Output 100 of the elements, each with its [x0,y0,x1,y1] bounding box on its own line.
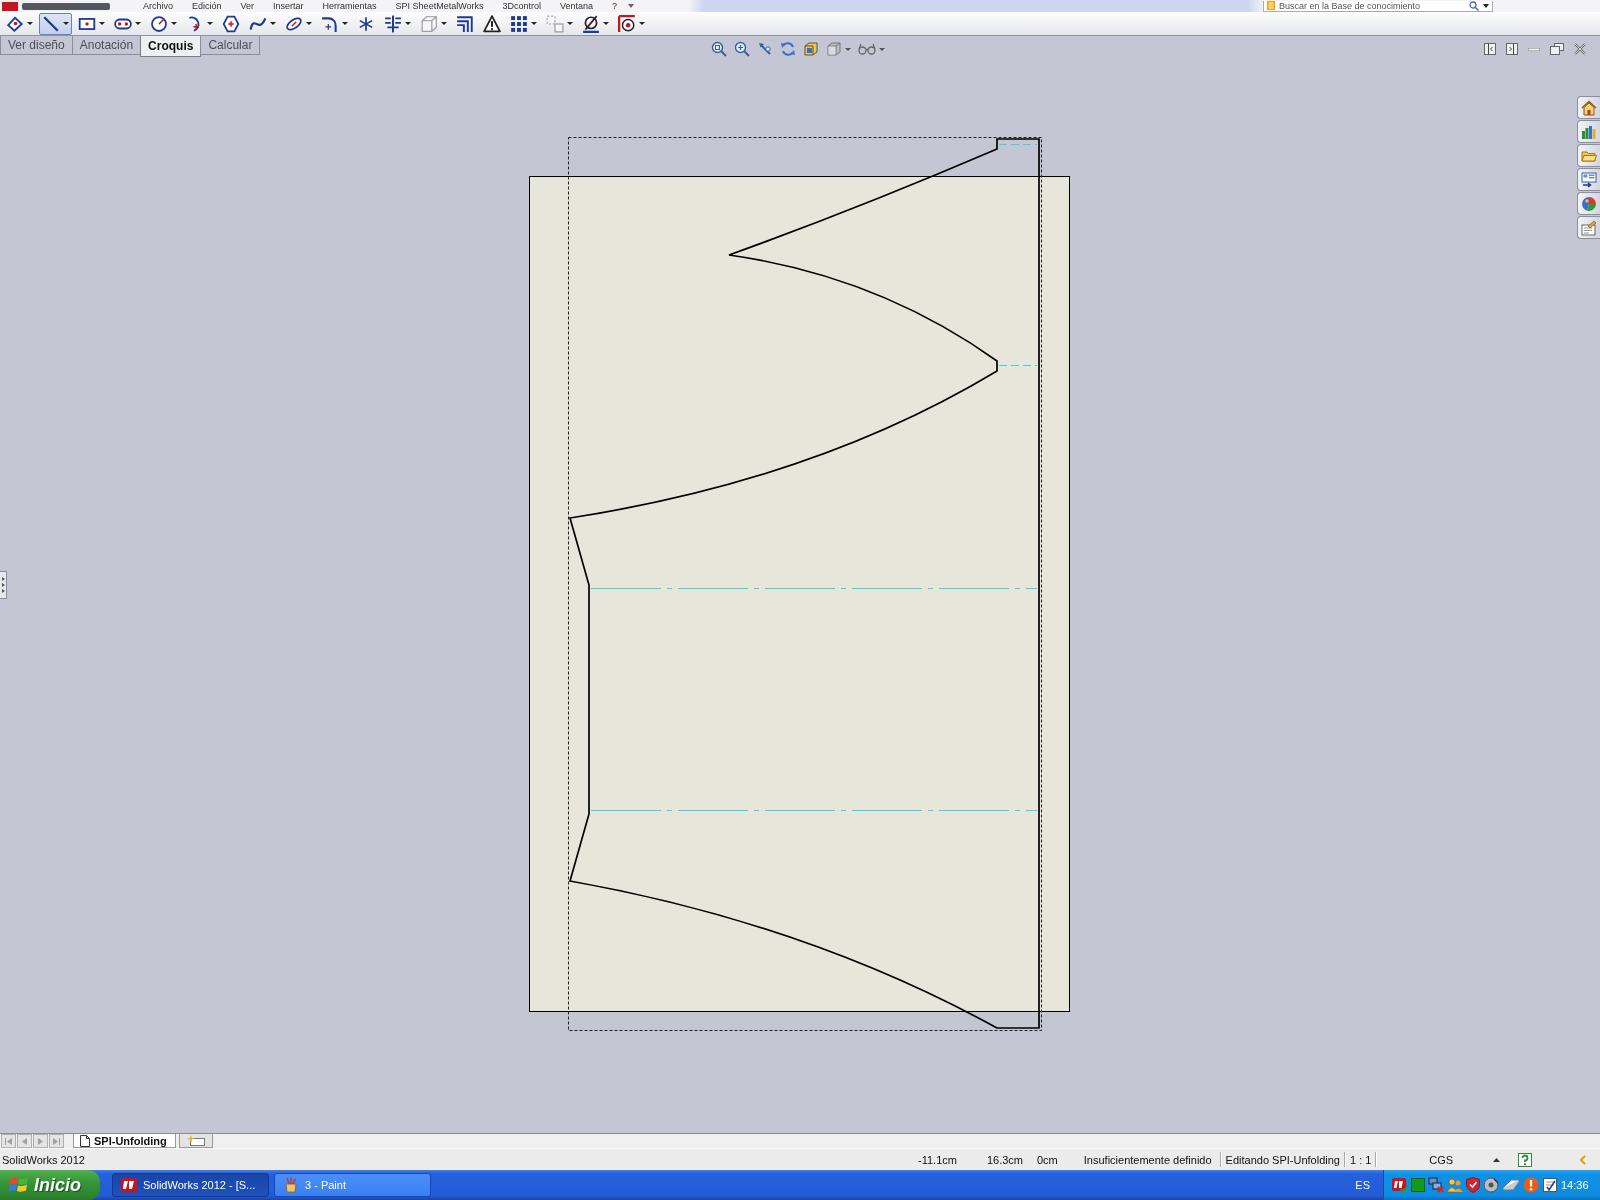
command-tab[interactable]: Calcular [200,36,261,55]
circle-icon [150,14,168,33]
zoom-area-icon[interactable] [734,41,750,57]
flag-icon [9,1176,29,1194]
skip-back-icon [5,1137,12,1145]
caret-icon[interactable] [306,22,312,25]
menu-item[interactable]: Ver [240,0,255,12]
close-icon[interactable] [1574,43,1586,55]
asterisk-icon [357,14,375,33]
network-icon[interactable] [1428,1177,1444,1193]
dashed-square-icon [546,14,564,33]
task-pane-tab[interactable] [1577,192,1600,215]
zoom-fit-icon[interactable] [711,41,727,57]
help-icon[interactable] [1518,1152,1533,1167]
start-button[interactable]: Inicio [0,1170,100,1200]
rounded-corner-icon [321,14,339,33]
nested-corners-icon [456,14,474,33]
menu-item[interactable]: ? [612,0,618,12]
panel-handle[interactable] [0,571,7,599]
task-pane-tab[interactable] [1577,120,1600,143]
line-tool-button[interactable] [39,12,72,35]
ellipse-icon [285,14,303,33]
target-icon [618,14,636,33]
command-tab[interactable]: Croquis [140,36,202,57]
caret-icon[interactable] [207,22,213,25]
house-icon [1581,99,1597,116]
notepad-icon[interactable] [1542,1177,1558,1193]
search-icon[interactable] [1469,0,1479,11]
caret-up-icon[interactable] [1493,1157,1501,1162]
caret-icon[interactable] [531,22,537,25]
menu-item[interactable]: Ventana [560,0,594,12]
app-logo-icon [121,1177,137,1193]
caret-icon[interactable] [27,22,33,25]
caret-icon[interactable] [63,22,69,25]
skip-forward-icon [53,1137,60,1145]
shield-icon[interactable] [1466,1177,1480,1193]
grid-icon [510,14,528,33]
task-pane-tab[interactable] [1577,168,1600,191]
alert-icon[interactable] [1523,1177,1539,1193]
search-field[interactable]: Buscar en la Base de conocimiento [1263,0,1493,12]
caret-icon[interactable] [135,22,141,25]
bend-line [998,143,1038,146]
disc-icon[interactable] [1483,1177,1499,1193]
caret-icon[interactable] [342,22,348,25]
caret-icon[interactable] [171,22,177,25]
brush-cup-icon [283,1177,299,1193]
line-icon [42,14,60,33]
clipboard-icon [1581,219,1597,236]
bend-line [998,364,1038,367]
menu-item[interactable]: Archivo [143,0,173,12]
z-coordinate: 0cm [1037,1153,1058,1166]
taskbar-button[interactable]: SolidWorks 2012 - [S... [112,1173,269,1197]
status-text: SolidWorks 2012 [1,1153,86,1166]
x-coordinate: -11.1cm [918,1153,957,1166]
hexagon-icon [222,14,240,33]
app-logo-icon[interactable] [1392,1177,1408,1193]
task-pane-tab[interactable] [1577,144,1600,167]
editing-status: Editando SPI-Unfolding [1225,1153,1340,1166]
taskbar-button[interactable]: 3 - Paint [274,1173,431,1197]
y-coordinate: 16.3cm [986,1153,1023,1166]
quick-snaps-tool-button[interactable] [615,12,648,35]
restore-icon[interactable] [1550,43,1564,55]
menu-item[interactable]: Insertar [273,0,304,12]
rotate-arrows-icon[interactable] [780,41,796,57]
task-pane-tab[interactable] [1577,96,1600,119]
slashed-circle-icon [582,14,600,33]
eraser-icon[interactable] [1502,1179,1520,1191]
task-pane-tab[interactable] [1577,216,1600,239]
pane-left-icon[interactable] [1484,43,1496,55]
arrow-icon[interactable] [757,41,773,57]
menu-item[interactable]: Edición [192,0,222,12]
cube-icon[interactable] [826,41,842,57]
sketch-status: Insuficientemente definido [1083,1153,1212,1166]
caret-icon[interactable] [1483,3,1489,8]
menu-item[interactable]: 3Dcontrol [502,0,541,12]
window-arrow-icon [1581,171,1597,188]
diamond-icon [6,14,24,33]
sheet-tab[interactable]: SPI-Unfolding [73,1134,176,1148]
scale-status: 1 : 1 [1349,1153,1372,1166]
add-sheet-button[interactable] [178,1134,213,1148]
pane-right-icon[interactable] [1506,43,1518,55]
caret-icon[interactable] [405,22,411,25]
language-indicator[interactable]: ES [1355,1179,1370,1191]
clock[interactable]: 14:36 [1561,1179,1589,1191]
cube-icon [420,14,438,33]
logo-icon [2,1,112,11]
command-tab[interactable]: Ver diseño [0,36,73,55]
warning-icon [483,14,501,33]
caret-icon[interactable] [270,22,276,25]
glasses-icon[interactable] [858,43,876,55]
triangle-right-icon [38,1137,43,1145]
relations-tool-button[interactable] [480,12,504,35]
caret-icon[interactable] [603,22,609,25]
caret-icon[interactable] [99,22,105,25]
box-icon[interactable] [803,41,819,57]
units-selector[interactable]: CGS [1429,1153,1454,1166]
caret-icon[interactable] [639,22,645,25]
triangle-left-icon [22,1137,27,1145]
menu-item[interactable]: SPI SheetMetalWorks [395,0,484,12]
menu-item[interactable]: Herramientas [322,0,377,12]
